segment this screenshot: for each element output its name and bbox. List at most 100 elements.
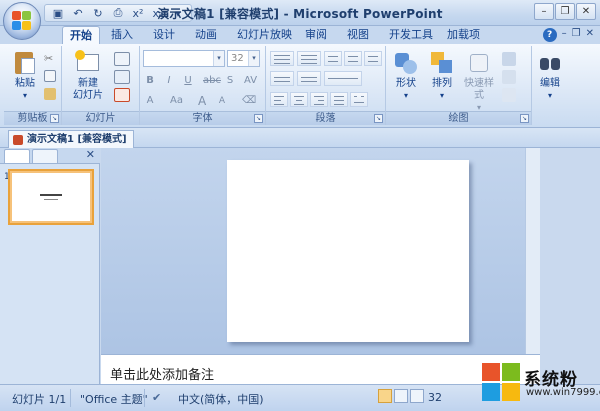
minimize-icon[interactable]: –: [534, 3, 554, 20]
paste-icon: [12, 50, 38, 76]
bullets-icon[interactable]: [270, 51, 294, 66]
clipboard-group: 粘贴 ▾ ✂ 剪贴板 ↘: [4, 46, 62, 125]
restore-icon[interactable]: ❐: [555, 3, 575, 20]
align-text-icon[interactable]: [297, 71, 321, 86]
font-color-icon[interactable]: A: [142, 92, 158, 108]
smartart-icon[interactable]: [324, 71, 362, 86]
editing-button[interactable]: 编辑 ▾: [535, 50, 565, 102]
binoculars-icon: [537, 50, 563, 76]
status-language[interactable]: 中文(简体，中国): [178, 391, 264, 407]
window-controls: – ❐ ✕: [534, 3, 596, 20]
doc-restore-icon[interactable]: ❐: [572, 28, 581, 42]
decrease-indent-icon[interactable]: [324, 51, 342, 66]
font-size-dropdown-icon[interactable]: ▾: [248, 51, 259, 66]
new-slide-label-1: 新建: [78, 78, 98, 89]
slides-group: 新建 幻灯片 幻灯片: [62, 46, 140, 125]
cut-icon[interactable]: ✂: [44, 52, 56, 66]
font-size-combo[interactable]: 32 ▾: [227, 50, 260, 67]
tab-slides-thumbnails[interactable]: [4, 149, 30, 163]
tab-animation[interactable]: 动画: [188, 26, 224, 44]
tab-home[interactable]: 开始: [62, 26, 100, 44]
copy-icon[interactable]: [44, 70, 56, 82]
shapes-label: 形状: [396, 78, 416, 89]
notes-pane[interactable]: 单击此处添加备注: [101, 354, 540, 384]
change-case-button[interactable]: Aa: [166, 92, 187, 108]
text-direction-icon[interactable]: [270, 71, 294, 86]
office-button[interactable]: [3, 2, 41, 40]
layout-icon[interactable]: [114, 52, 130, 66]
doc-close-icon[interactable]: ✕: [586, 28, 594, 42]
new-slide-button[interactable]: 新建 幻灯片: [68, 50, 108, 102]
underline-button[interactable]: U: [180, 72, 196, 88]
tab-outline[interactable]: [32, 149, 58, 163]
italic-button[interactable]: I: [161, 72, 177, 88]
new-slide-icon: [75, 50, 101, 76]
shapes-dropdown-icon[interactable]: ▾: [404, 90, 408, 102]
ribbon: 粘贴 ▾ ✂ 剪贴板 ↘ 新建 幻灯片 幻灯片 ▾ 32 ▾ B I U abc…: [0, 44, 600, 128]
shapes-button[interactable]: 形状 ▾: [390, 50, 422, 102]
normal-view-icon[interactable]: [378, 389, 392, 403]
tab-slideshow[interactable]: 幻灯片放映: [230, 26, 299, 44]
zoom-level[interactable]: 32: [428, 391, 442, 404]
document-tab[interactable]: 演示文稿1 [兼容模式]: [8, 130, 134, 148]
line-spacing-icon[interactable]: [364, 51, 382, 66]
shape-fill-icon[interactable]: [502, 52, 516, 66]
slide-thumbnail-preview: [12, 173, 90, 221]
paragraph-group: 段落 ↘: [266, 46, 386, 125]
editing-dropdown-icon[interactable]: ▾: [548, 90, 552, 102]
arrange-button[interactable]: 排列 ▾: [426, 50, 458, 102]
font-name-combo[interactable]: ▾: [143, 50, 225, 67]
align-left-icon[interactable]: [270, 92, 288, 107]
close-panel-icon[interactable]: ✕: [86, 148, 95, 161]
tab-design[interactable]: 设计: [146, 26, 182, 44]
slide-editing-area: [101, 148, 525, 354]
bold-button[interactable]: B: [142, 72, 158, 88]
close-icon[interactable]: ✕: [576, 3, 596, 20]
font-name-dropdown-icon[interactable]: ▾: [213, 51, 224, 66]
thumb-title-line: [40, 194, 62, 196]
char-spacing-button[interactable]: AV: [240, 72, 261, 88]
align-center-icon[interactable]: [290, 92, 308, 107]
justify-icon[interactable]: [330, 92, 348, 107]
shadow-button[interactable]: S: [222, 72, 238, 88]
font-launcher-icon[interactable]: ↘: [254, 114, 263, 123]
tab-view[interactable]: 视图: [340, 26, 376, 44]
format-painter-icon[interactable]: [44, 88, 56, 100]
align-right-icon[interactable]: [310, 92, 328, 107]
spell-check-icon[interactable]: ✔: [152, 391, 161, 404]
tab-developer[interactable]: 开发工具: [382, 26, 440, 44]
paste-button[interactable]: 粘贴 ▾: [10, 50, 40, 102]
shrink-font-button[interactable]: A: [214, 92, 230, 108]
paragraph-launcher-icon[interactable]: ↘: [374, 114, 383, 123]
columns-icon[interactable]: [350, 92, 368, 107]
quick-styles-button[interactable]: 快速样式 ▾: [460, 50, 498, 114]
document-tab-label: 演示文稿1 [兼容模式]: [27, 134, 127, 145]
arrange-dropdown-icon[interactable]: ▾: [440, 90, 444, 102]
watermark: 系统粉 www.win7999.com: [482, 361, 600, 405]
paste-dropdown-icon[interactable]: ▾: [23, 90, 27, 102]
tab-review[interactable]: 审阅: [298, 26, 334, 44]
drawing-launcher-icon[interactable]: ↘: [520, 114, 529, 123]
vertical-scrollbar[interactable]: [525, 148, 540, 354]
increase-indent-icon[interactable]: [344, 51, 362, 66]
tab-insert[interactable]: 插入: [104, 26, 140, 44]
slide-sorter-view-icon[interactable]: [394, 389, 408, 403]
slide-thumbnail[interactable]: [8, 169, 94, 225]
clear-format-icon[interactable]: ⌫: [238, 92, 260, 108]
clipboard-launcher-icon[interactable]: ↘: [50, 114, 59, 123]
help-icon[interactable]: ?: [542, 28, 557, 42]
drawing-group-label: 绘图: [386, 111, 531, 125]
reset-icon[interactable]: [114, 70, 130, 84]
doc-minimize-icon[interactable]: –: [562, 28, 567, 42]
ribbon-right-controls: ? – ❐ ✕: [542, 28, 594, 42]
drawing-group: 形状 ▾ 排列 ▾ 快速样式 ▾ 绘图 ↘: [386, 46, 532, 125]
shape-outline-icon[interactable]: [502, 70, 516, 84]
grow-font-button[interactable]: A: [194, 92, 210, 108]
tab-addins[interactable]: 加载项: [440, 26, 487, 44]
slideshow-view-icon[interactable]: [410, 389, 424, 403]
numbering-icon[interactable]: [297, 51, 321, 66]
windows-logo-icon: [482, 363, 520, 401]
delete-slide-icon[interactable]: [114, 88, 130, 102]
slide-canvas[interactable]: [227, 160, 469, 342]
shape-effects-icon[interactable]: [502, 88, 516, 102]
